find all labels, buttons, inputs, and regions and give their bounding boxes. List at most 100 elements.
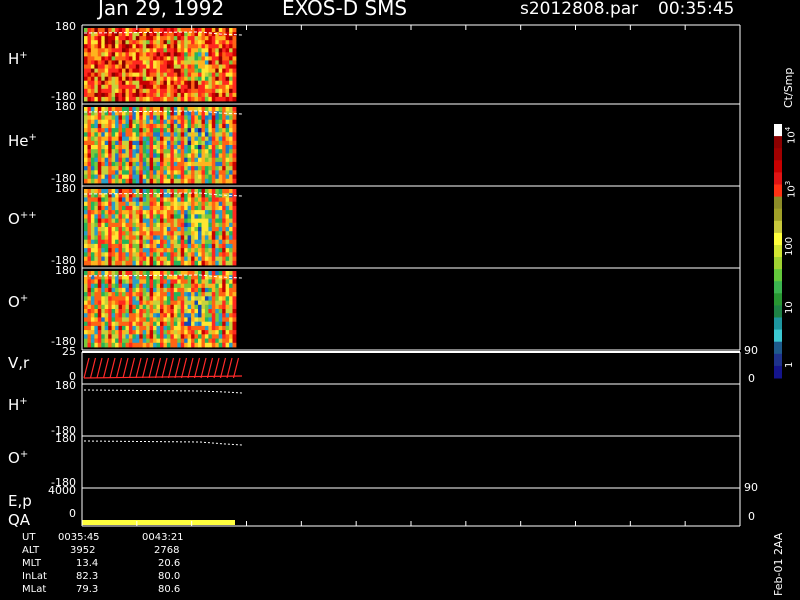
spectrogram-cell bbox=[125, 210, 130, 215]
spectrogram-cell bbox=[149, 243, 154, 249]
spectrogram-cell bbox=[101, 68, 106, 74]
spectrogram-cell bbox=[208, 227, 213, 232]
spectrogram-cell bbox=[122, 248, 126, 253]
spectrogram-cell bbox=[232, 40, 237, 45]
spectrogram-cell bbox=[94, 88, 99, 94]
spectrogram-cell bbox=[222, 88, 227, 94]
spectrogram-cell bbox=[180, 128, 185, 133]
spectrogram-cell bbox=[184, 60, 189, 65]
spectrogram-cell bbox=[139, 136, 144, 142]
spectrogram-cell bbox=[108, 330, 113, 335]
spectrogram-cell bbox=[160, 68, 164, 74]
spectrogram-cell bbox=[225, 287, 230, 293]
spectrogram-cell bbox=[128, 248, 133, 253]
spectrogram-cell bbox=[232, 92, 237, 98]
spectrogram-cell bbox=[170, 56, 175, 61]
spectrogram-cell bbox=[84, 145, 88, 150]
spectrogram-cell bbox=[218, 218, 223, 224]
spectrogram-cell bbox=[132, 136, 137, 142]
spectrogram-cell bbox=[208, 68, 213, 74]
spectrogram-cell bbox=[222, 317, 227, 322]
spectrogram-cell bbox=[232, 52, 237, 57]
spectrogram-cell bbox=[153, 178, 157, 184]
spectrogram-cell bbox=[84, 239, 88, 245]
spectrogram-cell bbox=[184, 52, 189, 57]
spectrogram-cell bbox=[173, 76, 178, 82]
spectrogram-cell bbox=[187, 40, 192, 45]
spectrogram-cell bbox=[87, 330, 92, 335]
spectrogram-cell bbox=[104, 197, 109, 202]
spectrogram-cell bbox=[180, 111, 185, 116]
spectrogram-cell bbox=[215, 193, 220, 198]
spectrogram-cell bbox=[163, 334, 168, 339]
spectrogram-cell bbox=[163, 119, 168, 125]
spectrogram-cell bbox=[194, 161, 199, 167]
spectrogram-cell bbox=[142, 222, 147, 228]
spectrogram-cell bbox=[163, 161, 168, 167]
spectrogram-cell bbox=[146, 119, 151, 125]
spectrogram-cell bbox=[225, 28, 230, 33]
spectrogram-cell bbox=[166, 256, 171, 262]
spectrogram-cell bbox=[187, 304, 192, 310]
spectrogram-cell bbox=[122, 300, 126, 306]
spectrogram-cell bbox=[122, 161, 126, 167]
spectrogram-cell bbox=[118, 227, 123, 232]
spectrogram-cell bbox=[211, 149, 216, 154]
spectrogram-cell bbox=[208, 256, 213, 262]
spectrogram-cell bbox=[173, 140, 178, 146]
spectrogram-cell bbox=[111, 313, 116, 318]
spectrogram-cell bbox=[173, 313, 178, 318]
spectrogram-cell bbox=[101, 235, 106, 240]
spectrogram-cell bbox=[180, 248, 185, 253]
spectrogram-cell bbox=[180, 334, 185, 339]
spectrogram-cell bbox=[180, 300, 185, 306]
spectrogram-cell bbox=[198, 197, 202, 202]
spectrogram-cell bbox=[191, 292, 195, 297]
spectrogram-cell bbox=[229, 300, 233, 306]
spectrogram-cell bbox=[125, 153, 130, 158]
spectrogram-cell bbox=[84, 170, 88, 175]
footer-mlt-v1: 13.4 bbox=[76, 558, 99, 569]
spectrogram-cell bbox=[170, 36, 175, 41]
spectrogram-cell bbox=[215, 256, 220, 262]
spectrogram-cell bbox=[191, 119, 195, 125]
spectrogram-cell bbox=[177, 56, 182, 61]
spectrogram-cell bbox=[187, 136, 192, 142]
spectrogram-cell bbox=[156, 136, 161, 142]
spectrogram-cell bbox=[125, 243, 130, 249]
spectrogram-cell bbox=[94, 68, 99, 74]
spectrogram-cell bbox=[218, 243, 223, 249]
spectrogram-cell bbox=[201, 60, 206, 65]
spectrogram-cell bbox=[111, 115, 116, 120]
spectrogram-cell bbox=[180, 166, 185, 171]
spectrogram-cell bbox=[111, 252, 116, 257]
spectrogram-cell bbox=[215, 205, 220, 211]
spectrogram-cell bbox=[184, 275, 189, 280]
spectrogram-cell bbox=[225, 56, 230, 61]
spectrogram-cell bbox=[115, 248, 119, 253]
spectrogram-cell bbox=[128, 68, 133, 74]
spectrogram-cell bbox=[132, 342, 137, 348]
spectrogram-cell bbox=[215, 68, 220, 74]
spectrogram-cell bbox=[128, 218, 133, 224]
spectrogram-cell bbox=[211, 64, 216, 69]
spectrogram-cell bbox=[125, 214, 130, 219]
spectrogram-cell bbox=[215, 304, 220, 310]
spectrogram-cell bbox=[194, 111, 199, 116]
spectrogram-cell bbox=[128, 140, 133, 146]
spectrogram-cell bbox=[115, 157, 119, 163]
spectrogram-cell bbox=[104, 128, 109, 133]
spectrogram-cell bbox=[187, 334, 192, 339]
spectrogram-cell bbox=[146, 235, 151, 240]
spectrogram-cell bbox=[208, 304, 213, 310]
spectrogram-cell bbox=[204, 28, 209, 33]
spectrogram-cell bbox=[104, 40, 109, 45]
spectrogram-cell bbox=[201, 115, 206, 120]
spectrogram-cell bbox=[204, 271, 209, 276]
colorbar-segment bbox=[774, 353, 782, 367]
spectrogram-cell bbox=[208, 334, 213, 339]
spectrogram-cell bbox=[170, 174, 175, 180]
spectrogram-cell bbox=[90, 153, 95, 158]
spectrogram-cell bbox=[90, 330, 95, 335]
spectrogram-cell bbox=[170, 193, 175, 198]
